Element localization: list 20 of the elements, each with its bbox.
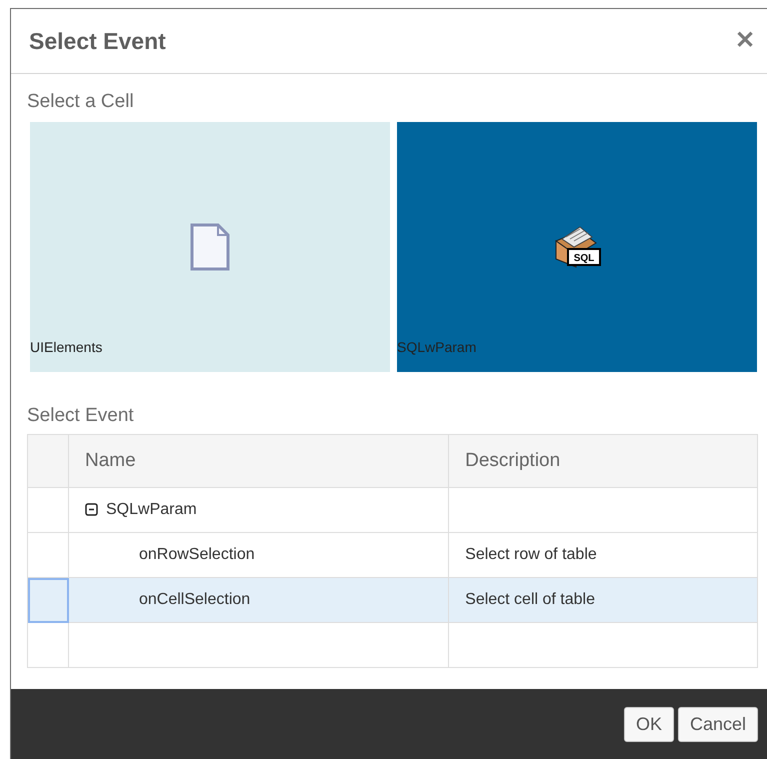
tile-label: UIElements <box>30 338 102 357</box>
table-cell: onCellSelection <box>68 578 449 622</box>
row-selector-cell[interactable] <box>28 578 68 622</box>
collapse-icon[interactable] <box>85 503 98 516</box>
table-cell: Select cell of table <box>448 578 758 622</box>
row-selector-cell[interactable] <box>28 488 68 532</box>
document-icon <box>190 223 230 271</box>
section-label: Select Event <box>27 404 135 428</box>
column-header: Description <box>448 434 758 488</box>
ok-button[interactable]: OK <box>624 706 674 742</box>
header-cell <box>28 434 68 488</box>
cell-tile[interactable]: UIElements <box>30 122 390 372</box>
close-button[interactable]: ✕ <box>731 29 759 53</box>
section-label: Select a Cell <box>27 90 135 114</box>
tree-node-label: SQLwParam <box>106 500 197 520</box>
dialog-title: Select Event <box>29 26 166 56</box>
cancel-button[interactable]: Cancel <box>678 706 758 742</box>
column-header: Name <box>68 434 449 488</box>
tile-label: SQLwParam <box>397 338 476 357</box>
cell-tile[interactable]: SQL SQLwParam <box>397 122 757 372</box>
